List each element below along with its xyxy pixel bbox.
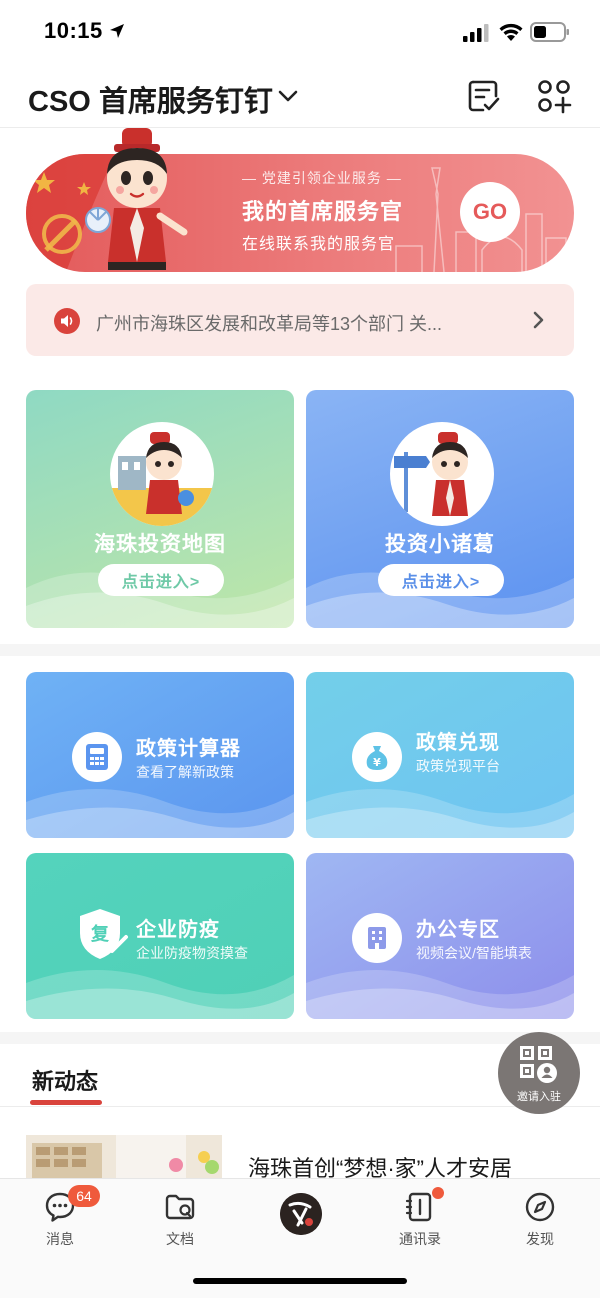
calculator-icon — [72, 732, 122, 782]
news-tab-indicator — [30, 1100, 102, 1105]
wave-decoration — [26, 970, 294, 1019]
investment-map-enter-button[interactable]: 点击进入> — [98, 564, 224, 596]
epidemic-prevention-subtitle: 企业防疫物资摸查 — [136, 945, 248, 961]
news-thumbnail[interactable] — [26, 1135, 222, 1179]
shield-icon: 复 — [80, 909, 128, 959]
tab-label-contacts: 通讯录 — [399, 1231, 441, 1247]
banner-subtitle: — 党建引领企业服务 — — [242, 170, 402, 186]
tab-label-messages: 消息 — [46, 1231, 74, 1247]
investment-advisor-title: 投资小诸葛 — [385, 533, 495, 556]
home-logo — [280, 1193, 322, 1235]
epidemic-prevention-title: 企业防疫 — [136, 919, 220, 941]
tab-label-documents: 文档 — [166, 1231, 194, 1247]
add-apps-icon[interactable] — [536, 78, 572, 114]
building-icon — [352, 913, 402, 963]
wave-decoration — [26, 789, 294, 838]
money-bag-icon: ¥ — [352, 732, 402, 782]
svg-text:¥: ¥ — [373, 756, 381, 769]
tab-discover[interactable]: 发现 — [480, 1179, 600, 1259]
investment-map-title: 海珠投资地图 — [94, 533, 226, 556]
wifi-icon — [499, 23, 523, 41]
policy-redemption-card[interactable]: ¥ 政策兑现 政策兑现平台 — [306, 672, 574, 838]
speaker-icon — [54, 308, 80, 334]
tab-home[interactable] — [240, 1179, 360, 1259]
go-button[interactable]: GO — [460, 182, 520, 242]
section-divider — [0, 644, 600, 656]
investment-advisor-card[interactable]: 投资小诸葛 点击进入> — [306, 390, 574, 628]
contacts-icon — [405, 1192, 432, 1222]
banner-title: 我的首席服务官 — [242, 199, 404, 224]
app-header: CSO 首席服务钉钉 — [0, 64, 600, 128]
mascot-illustration — [85, 128, 188, 270]
location-arrow-icon — [110, 24, 124, 38]
office-zone-title: 办公专区 — [416, 919, 500, 941]
office-zone-subtitle: 视频会议/智能填表 — [416, 945, 532, 961]
status-bar: 10:15 — [0, 0, 600, 64]
invite-join-label: 邀请入驻 — [517, 1091, 561, 1103]
wave-decoration — [306, 970, 574, 1019]
unread-badge: 64 — [68, 1185, 100, 1207]
investment-map-illustration — [110, 422, 214, 526]
investment-map-card[interactable]: 海珠投资地图 点击进入> — [26, 390, 294, 628]
todo-checklist-icon[interactable] — [466, 78, 502, 114]
policy-calculator-subtitle: 查看了解新政策 — [136, 764, 234, 780]
policy-redemption-subtitle: 政策兑现平台 — [416, 758, 500, 774]
battery-icon — [530, 22, 569, 42]
banner-description: 在线联系我的服务官 — [242, 236, 396, 253]
news-tab[interactable]: 新动态 — [32, 1064, 98, 1096]
investment-advisor-illustration — [390, 422, 494, 526]
invite-join-button[interactable]: 邀请入驻 — [498, 1032, 580, 1114]
wave-decoration — [306, 789, 574, 838]
tab-contacts[interactable]: 通讯录 — [360, 1179, 480, 1259]
new-dot-badge — [432, 1187, 444, 1199]
cellular-signal-icon — [463, 24, 489, 42]
investment-advisor-enter-button[interactable]: 点击进入> — [378, 564, 504, 596]
tab-label-discover: 发现 — [526, 1231, 554, 1247]
news-divider — [0, 1106, 600, 1107]
policy-calculator-card[interactable]: 政策计算器 查看了解新政策 — [26, 672, 294, 838]
tab-messages[interactable]: 64 消息 — [0, 1179, 120, 1259]
policy-calculator-title: 政策计算器 — [136, 738, 241, 760]
epidemic-prevention-card[interactable]: 复 企业防疫 企业防疫物资摸查 — [26, 853, 294, 1019]
policy-redemption-title: 政策兑现 — [416, 732, 500, 754]
announcement-bar[interactable]: 广州市海珠区发展和改革局等13个部门 关... — [26, 284, 574, 356]
announcement-text: 广州市海珠区发展和改革局等13个部门 关... — [96, 314, 443, 334]
chevron-down-icon[interactable] — [276, 86, 300, 106]
folder-icon — [165, 1194, 195, 1220]
home-indicator — [193, 1278, 407, 1284]
chevron-right-icon — [533, 311, 544, 329]
shield-icon-text: 复 — [90, 923, 110, 945]
status-time: 10:15 — [44, 18, 103, 43]
office-zone-card[interactable]: 办公专区 视频会议/智能填表 — [306, 853, 574, 1019]
compass-icon — [525, 1192, 555, 1222]
qr-code-icon — [520, 1046, 557, 1083]
org-switcher-title[interactable]: CSO 首席服务钉钉 — [28, 78, 273, 120]
tab-documents[interactable]: 文档 — [120, 1179, 240, 1259]
